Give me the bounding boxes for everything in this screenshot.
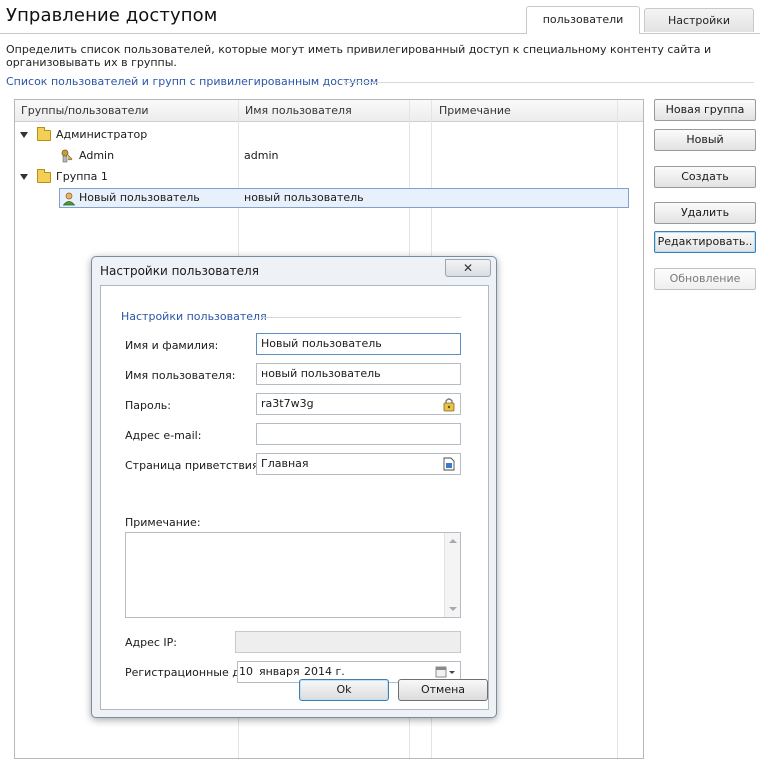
welcome-page-label: Страница приветствия: [125,459,263,472]
column-header-note[interactable]: Примечание [439,104,511,117]
ip-field [235,631,461,653]
expand-arrow-icon[interactable] [20,132,28,138]
section-divider [344,82,754,83]
ok-button[interactable]: Ok [299,679,389,701]
page-icon[interactable] [439,455,459,473]
note-label: Примечание: [125,516,201,529]
full-name-value: Новый пользователь [261,337,382,350]
scroll-up-icon[interactable] [449,539,457,543]
username-value: новый пользователь [261,367,381,380]
user-login: новый пользователь [244,191,364,204]
full-name-field[interactable]: Новый пользователь [256,333,461,355]
note-scrollbar[interactable] [444,533,460,617]
reg-date-label: Регистрационные данные [125,666,237,679]
dialog-title: Настройки пользователя [100,264,259,278]
create-button[interactable]: Создать [654,166,756,188]
column-header-username[interactable]: Имя пользователя [245,104,352,117]
user-settings-dialog: Настройки пользователя ✕ Настройки польз… [91,256,497,718]
reg-month[interactable]: января [259,662,300,682]
password-value: ra3t7w3g [261,397,314,410]
expand-arrow-icon[interactable] [20,174,28,180]
settings-group-title: Настройки пользователя [121,310,267,323]
tab-settings[interactable]: Настройки [644,8,754,32]
welcome-page-field[interactable]: Главная [256,453,461,475]
admin-user-icon [60,149,74,163]
column-header-groups[interactable]: Группы/пользователи [21,104,149,117]
username-field[interactable]: новый пользователь [256,363,461,385]
user-icon [62,192,76,206]
header-divider [0,33,760,34]
page-description: Определить список пользователей, которые… [6,43,712,69]
password-field[interactable]: ra3t7w3g [256,393,461,415]
tree-row-group-admin[interactable]: Администратор [15,125,615,145]
edit-button[interactable]: Редактировать.. [654,231,756,253]
username-label: Имя пользователя: [125,369,236,382]
close-icon[interactable]: ✕ [445,259,491,277]
email-field[interactable] [256,423,461,445]
full-name-label: Имя и фамилия: [125,339,219,352]
user-name: Новый пользователь [79,191,200,204]
tree-row-group-1[interactable]: Группа 1 [15,167,615,187]
delete-button[interactable]: Удалить [654,202,756,224]
email-label: Адрес e-mail: [125,429,202,442]
new-user-button[interactable]: Новый [654,129,756,151]
tab-users[interactable]: пользователи [526,6,640,34]
user-login: admin [244,149,279,162]
user-name: Admin [79,149,115,162]
folder-icon [37,169,51,183]
tree-row-user-admin[interactable]: Admin admin [15,146,615,166]
cancel-button[interactable]: Отмена [398,679,488,701]
scroll-down-icon[interactable] [449,607,457,611]
section-title: Список пользователей и групп с привилеги… [6,75,379,88]
group-name: Группа 1 [56,170,108,183]
page-title: Управление доступом [6,5,218,26]
ip-label: Адрес IP: [125,636,178,649]
group-divider [261,317,461,318]
dialog-body: Настройки пользователя Имя и фамилия: Но… [100,285,489,710]
refresh-button[interactable]: Обновление [654,268,756,290]
tree-row-user-new-selected[interactable]: Новый пользователь новый пользователь [59,188,629,208]
new-group-button[interactable]: Новая группа [654,99,756,121]
password-label: Пароль: [125,399,171,412]
tree-header: Группы/пользователи Имя пользователя При… [15,100,643,122]
key-lock-icon[interactable] [439,395,459,413]
group-name: Администратор [56,128,148,141]
note-textarea[interactable] [125,532,461,618]
welcome-page-value: Главная [261,457,309,470]
reg-day[interactable]: 10 [239,662,253,682]
folder-icon [37,127,51,141]
